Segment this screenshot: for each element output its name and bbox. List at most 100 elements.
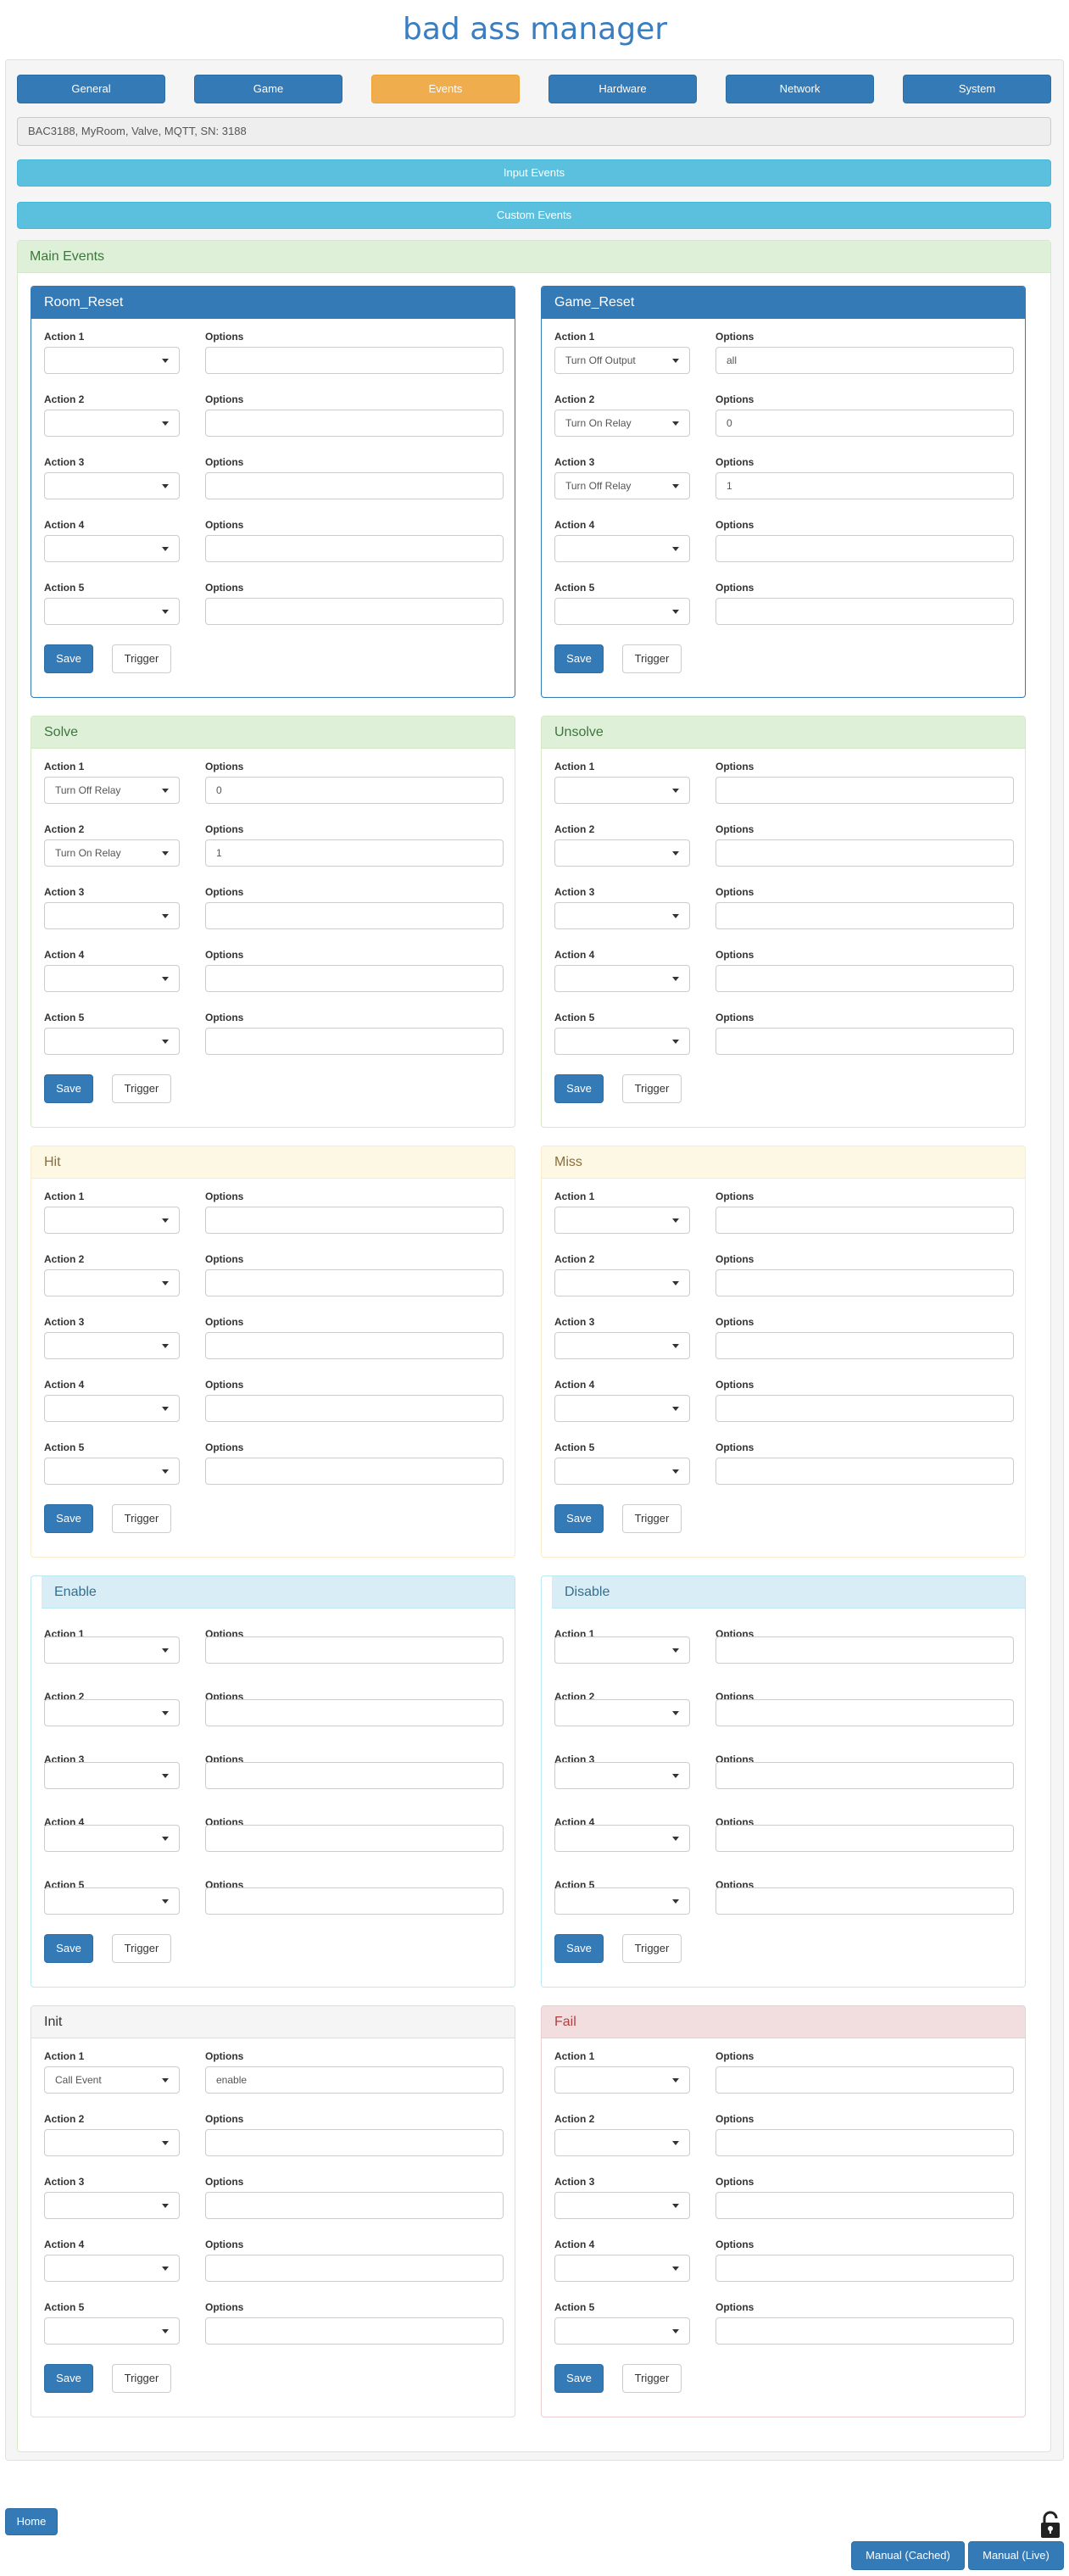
action-select[interactable]: Call Event (44, 2066, 180, 2094)
action-select[interactable] (554, 902, 690, 929)
options-input[interactable] (205, 347, 504, 374)
action-select[interactable] (44, 347, 180, 374)
action-select[interactable] (44, 1458, 180, 1485)
save-button[interactable]: Save (554, 1074, 604, 1103)
options-input[interactable] (715, 965, 1014, 992)
save-button[interactable]: Save (44, 1074, 93, 1103)
save-button[interactable]: Save (554, 644, 604, 673)
options-input[interactable] (205, 965, 504, 992)
action-select[interactable] (554, 1028, 690, 1055)
action-select[interactable] (44, 2255, 180, 2282)
trigger-button[interactable]: Trigger (622, 1934, 682, 1963)
options-input[interactable] (715, 1887, 1014, 1915)
manual-cached-button[interactable]: Manual (Cached) (851, 2541, 965, 2570)
action-select[interactable] (554, 965, 690, 992)
trigger-button[interactable]: Trigger (112, 644, 171, 673)
options-input[interactable] (715, 1458, 1014, 1485)
action-select[interactable] (44, 1207, 180, 1234)
action-select[interactable] (554, 1395, 690, 1422)
action-select[interactable] (44, 1762, 180, 1789)
options-input[interactable] (715, 1269, 1014, 1296)
tab-events[interactable]: Events (371, 75, 520, 103)
action-select[interactable] (554, 1825, 690, 1852)
options-input[interactable] (715, 1207, 1014, 1234)
options-input[interactable] (715, 1395, 1014, 1422)
tab-hardware[interactable]: Hardware (548, 75, 697, 103)
trigger-button[interactable]: Trigger (112, 2364, 171, 2393)
save-button[interactable]: Save (44, 1934, 93, 1963)
save-button[interactable]: Save (44, 1504, 93, 1533)
options-input[interactable] (205, 1458, 504, 1485)
action-select[interactable] (554, 2255, 690, 2282)
options-input[interactable] (205, 472, 504, 499)
options-input[interactable] (715, 535, 1014, 562)
action-select[interactable] (554, 1636, 690, 1664)
options-input[interactable] (205, 598, 504, 625)
options-input[interactable] (715, 902, 1014, 929)
action-select[interactable]: Turn Off Relay (554, 472, 690, 499)
options-input[interactable] (715, 2255, 1014, 2282)
options-input[interactable] (205, 1207, 504, 1234)
tab-game[interactable]: Game (194, 75, 342, 103)
options-input[interactable] (205, 2129, 504, 2156)
action-select[interactable] (44, 1269, 180, 1296)
options-input[interactable] (715, 1028, 1014, 1055)
options-input[interactable] (715, 1825, 1014, 1852)
options-input[interactable] (205, 1887, 504, 1915)
action-select[interactable] (44, 902, 180, 929)
options-input[interactable] (715, 2066, 1014, 2094)
tab-system[interactable]: System (903, 75, 1051, 103)
options-input[interactable]: 1 (205, 839, 504, 867)
options-input[interactable] (205, 1699, 504, 1726)
options-input[interactable] (205, 1269, 504, 1296)
action-select[interactable] (44, 535, 180, 562)
action-select[interactable] (554, 1269, 690, 1296)
options-input[interactable] (715, 1699, 1014, 1726)
trigger-button[interactable]: Trigger (112, 1074, 171, 1103)
options-input[interactable] (205, 1332, 504, 1359)
action-select[interactable]: Turn Off Output (554, 347, 690, 374)
options-input[interactable] (205, 1028, 504, 1055)
options-input[interactable] (715, 2317, 1014, 2345)
action-select[interactable] (44, 472, 180, 499)
tab-general[interactable]: General (17, 75, 165, 103)
action-select[interactable]: Turn Off Relay (44, 777, 180, 804)
trigger-button[interactable]: Trigger (622, 2364, 682, 2393)
options-input[interactable]: 0 (715, 410, 1014, 437)
save-button[interactable]: Save (554, 1934, 604, 1963)
options-input[interactable] (205, 1636, 504, 1664)
action-select[interactable] (554, 1887, 690, 1915)
action-select[interactable] (554, 2192, 690, 2219)
action-select[interactable] (554, 1458, 690, 1485)
save-button[interactable]: Save (44, 644, 93, 673)
trigger-button[interactable]: Trigger (622, 1074, 682, 1103)
action-select[interactable]: Turn On Relay (554, 410, 690, 437)
options-input[interactable]: 0 (205, 777, 504, 804)
action-select[interactable] (554, 2066, 690, 2094)
options-input[interactable] (205, 902, 504, 929)
action-select[interactable] (554, 839, 690, 867)
trigger-button[interactable]: Trigger (622, 1504, 682, 1533)
options-input[interactable] (715, 1762, 1014, 1789)
tab-network[interactable]: Network (726, 75, 874, 103)
options-input[interactable] (205, 2317, 504, 2345)
action-select[interactable] (554, 1332, 690, 1359)
action-select[interactable] (554, 1762, 690, 1789)
action-select[interactable]: Turn On Relay (44, 839, 180, 867)
options-input[interactable] (715, 1636, 1014, 1664)
options-input[interactable] (715, 2129, 1014, 2156)
options-input[interactable] (715, 598, 1014, 625)
action-select[interactable] (44, 2317, 180, 2345)
save-button[interactable]: Save (554, 1504, 604, 1533)
action-select[interactable] (554, 2129, 690, 2156)
home-button[interactable]: Home (5, 2508, 58, 2535)
action-select[interactable] (554, 2317, 690, 2345)
options-input[interactable] (205, 410, 504, 437)
options-input[interactable]: 1 (715, 472, 1014, 499)
options-input[interactable] (715, 2192, 1014, 2219)
action-select[interactable] (554, 535, 690, 562)
options-input[interactable] (205, 535, 504, 562)
input-events-button[interactable]: Input Events (17, 159, 1051, 187)
action-select[interactable] (44, 1825, 180, 1852)
options-input[interactable]: enable (205, 2066, 504, 2094)
